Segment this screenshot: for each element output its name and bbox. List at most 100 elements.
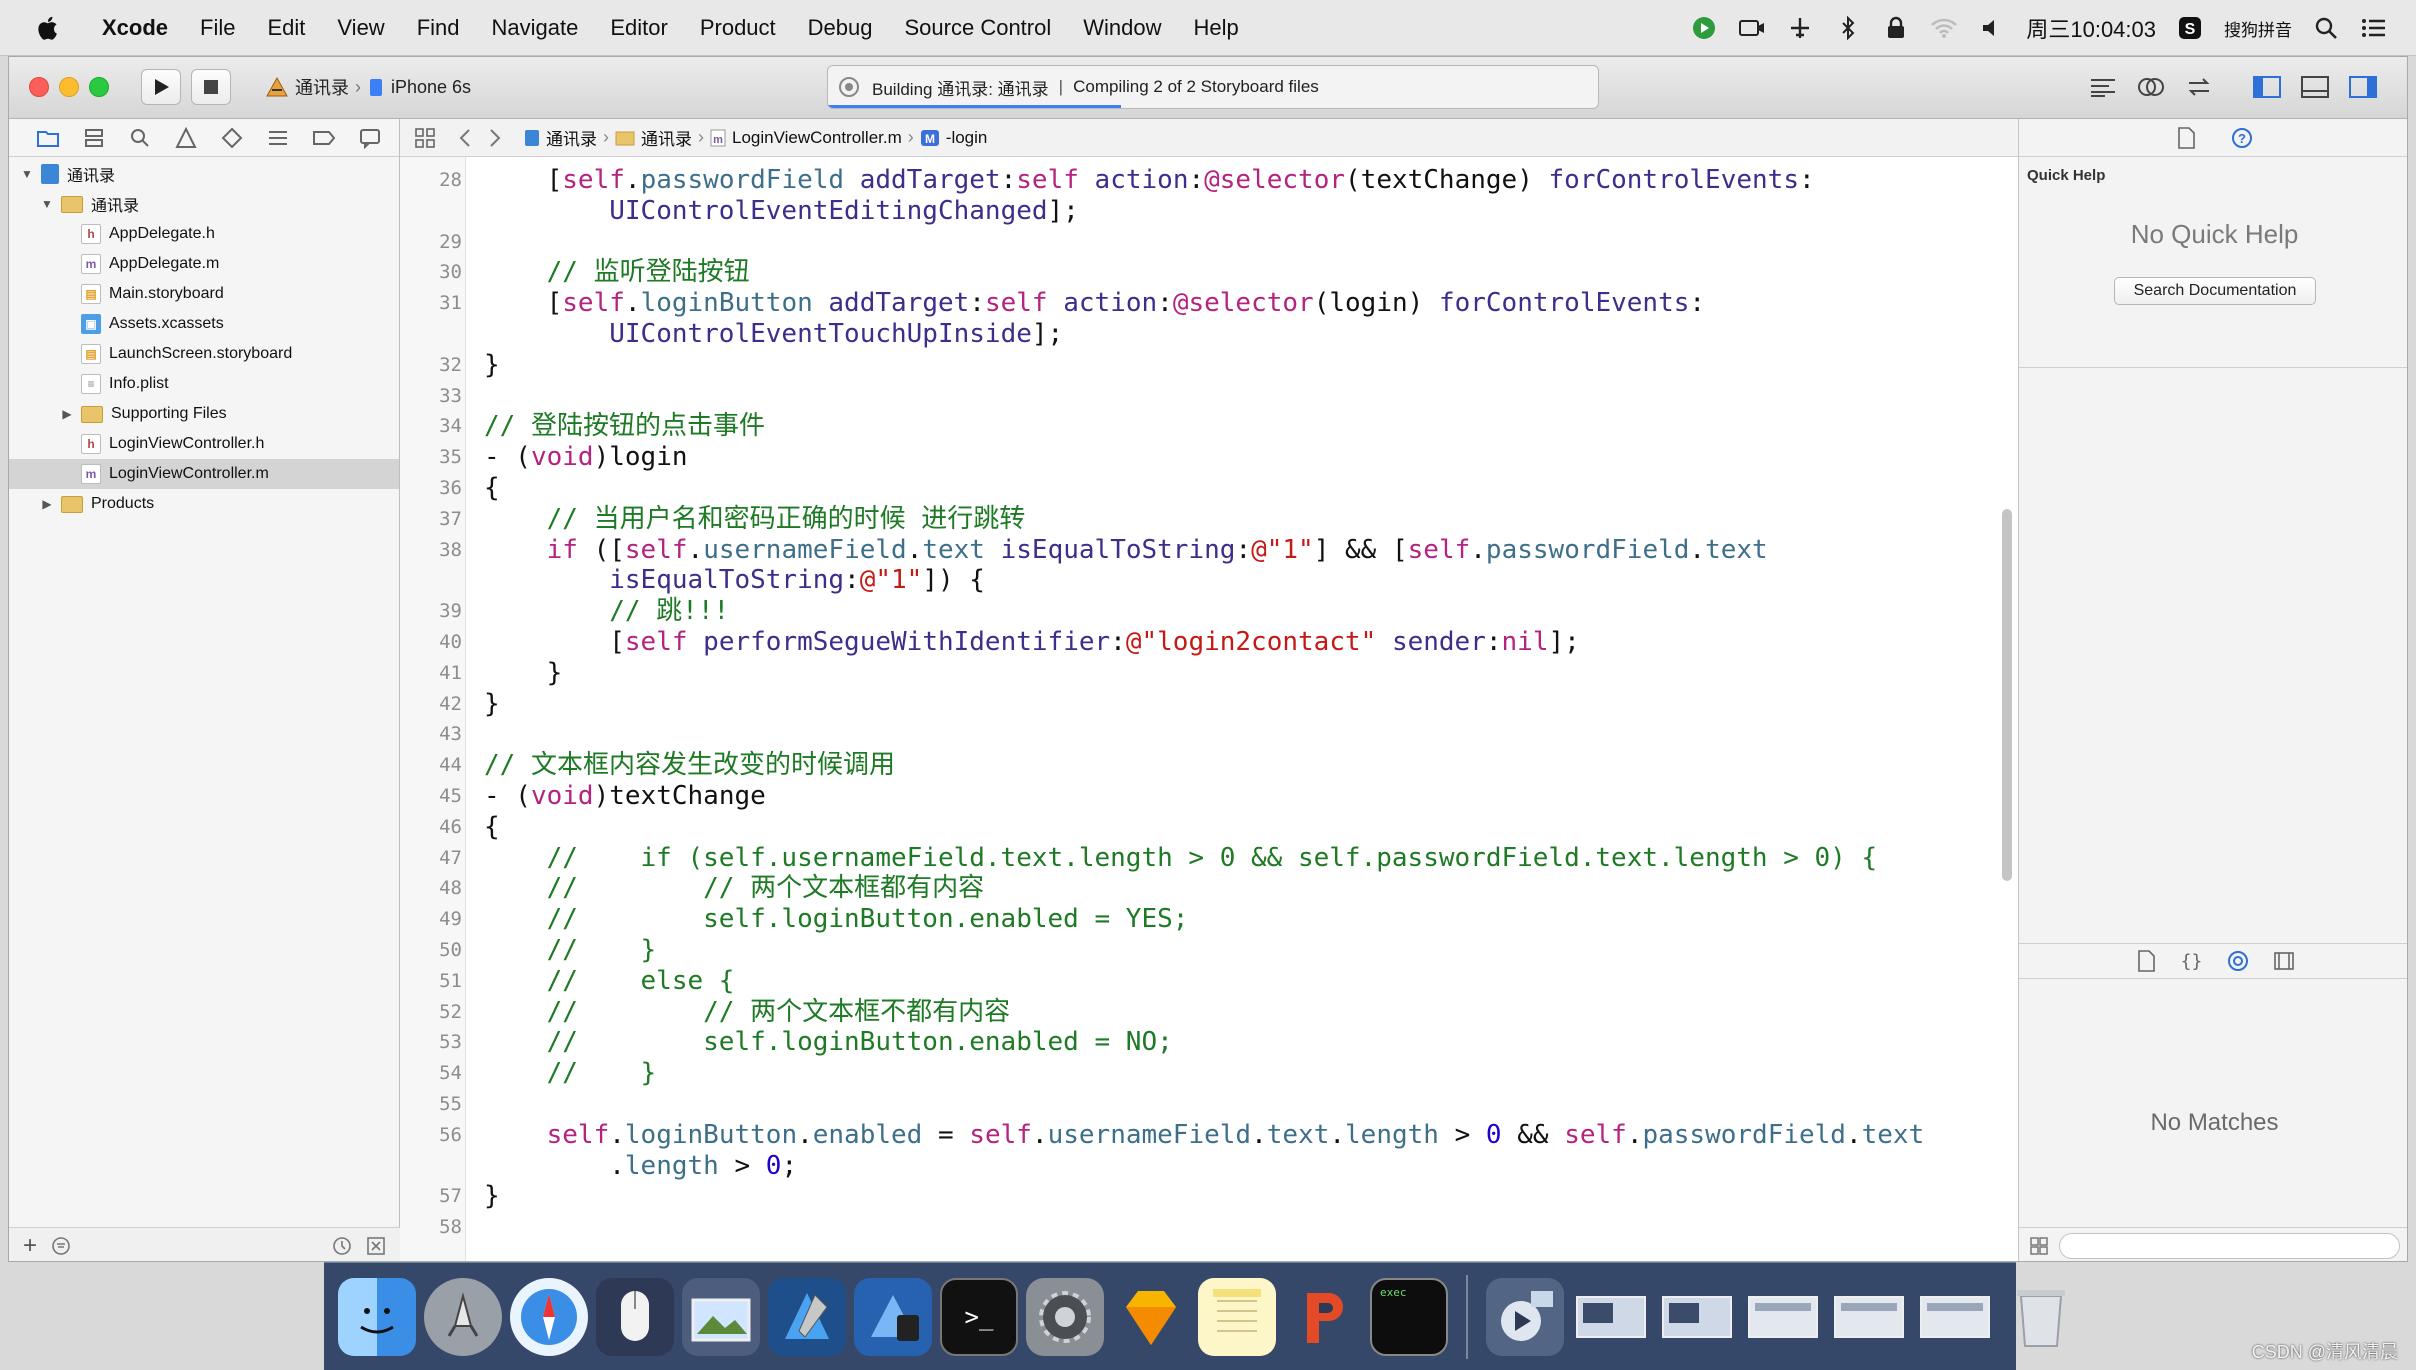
minimize-window-button[interactable] xyxy=(59,77,79,97)
line-number[interactable]: 28 xyxy=(400,164,462,196)
line-number[interactable]: 48 xyxy=(400,872,462,904)
code-snippet-library-icon[interactable]: {} xyxy=(2180,949,2204,973)
source-control-filter-icon[interactable] xyxy=(366,1236,386,1256)
tree-products-row[interactable]: ▶ Products xyxy=(9,489,399,519)
code-line[interactable]: } xyxy=(484,689,500,720)
airplane-icon[interactable] xyxy=(1786,14,1814,42)
volume-icon[interactable] xyxy=(1978,14,2006,42)
code-line[interactable]: self.loginButton.enabled = self.username… xyxy=(484,1120,1925,1151)
report-navigator-tab-icon[interactable] xyxy=(357,125,383,151)
disclosure-open-icon[interactable]: ▼ xyxy=(19,166,35,182)
add-file-icon[interactable]: + xyxy=(23,1232,37,1260)
menu-edit[interactable]: Edit xyxy=(251,15,321,41)
filter-icon[interactable] xyxy=(51,1236,71,1256)
line-number[interactable]: 35 xyxy=(400,441,462,473)
code-comment-line[interactable]: // 跳!!! xyxy=(484,596,729,627)
line-number[interactable]: 57 xyxy=(400,1180,462,1212)
code-comment-line[interactable]: // 文本框内容发生改变的时候调用 xyxy=(484,750,895,781)
line-number[interactable]: 38 xyxy=(400,534,462,566)
code-comment-line[interactable]: // else { xyxy=(484,966,735,997)
toggle-debug-area-button[interactable] xyxy=(2295,69,2335,105)
record-status-icon[interactable] xyxy=(1690,14,1718,42)
minimized-window-3-icon[interactable] xyxy=(1744,1278,1822,1356)
screen-record-icon[interactable] xyxy=(1738,14,1766,42)
stop-button[interactable] xyxy=(191,69,231,105)
file-inspector-icon[interactable] xyxy=(2173,125,2199,151)
menu-help[interactable]: Help xyxy=(1178,15,1255,41)
line-number[interactable]: 43 xyxy=(400,718,462,750)
toggle-navigator-button[interactable] xyxy=(2247,69,2287,105)
menu-xcode[interactable]: Xcode xyxy=(86,15,184,41)
forward-chevron-icon[interactable] xyxy=(480,123,510,153)
search-documentation-button[interactable]: Search Documentation xyxy=(2114,277,2316,305)
tree-file-row[interactable]: ≡ Info.plist xyxy=(9,369,399,399)
photo-browser-icon[interactable] xyxy=(682,1277,760,1356)
line-number[interactable]: 54 xyxy=(400,1057,462,1089)
line-number[interactable]: 44 xyxy=(400,749,462,781)
menu-find[interactable]: Find xyxy=(401,15,476,41)
run-button[interactable] xyxy=(141,69,181,105)
quick-help-icon[interactable]: ? xyxy=(2229,125,2255,151)
back-chevron-icon[interactable] xyxy=(450,123,480,153)
code-line[interactable]: UIControlEventTouchUpInside]; xyxy=(484,319,1063,350)
symbol-navigator-tab-icon[interactable] xyxy=(81,125,107,151)
code-comment-line[interactable]: // // 两个文本框不都有内容 xyxy=(484,997,1011,1028)
code-comment-line[interactable]: // // 两个文本框都有内容 xyxy=(484,873,985,904)
menu-debug[interactable]: Debug xyxy=(792,15,889,41)
tree-file-row[interactable]: ▤ Main.storyboard xyxy=(9,279,399,309)
notes-icon[interactable] xyxy=(1198,1277,1276,1356)
tree-file-row[interactable]: ▤ LaunchScreen.storyboard xyxy=(9,339,399,369)
version-editor-button[interactable] xyxy=(2179,69,2219,105)
minimized-window-2-icon[interactable] xyxy=(1658,1278,1736,1356)
menubar-clock[interactable]: 周三10:04:03 xyxy=(2026,12,2156,44)
scheme-selector[interactable]: 通讯录 › iPhone 6s xyxy=(265,71,471,103)
quicktime-stack-icon[interactable] xyxy=(1486,1277,1564,1356)
code-comment-line[interactable]: // self.loginButton.enabled = YES; xyxy=(484,904,1189,935)
issue-navigator-tab-icon[interactable] xyxy=(173,125,199,151)
xcode-dock-icon[interactable] xyxy=(768,1277,846,1356)
code-line[interactable]: { xyxy=(484,812,500,843)
menu-view[interactable]: View xyxy=(321,15,400,41)
line-number[interactable]: 37 xyxy=(400,503,462,535)
zoom-window-button[interactable] xyxy=(89,77,109,97)
line-number[interactable]: 40 xyxy=(400,626,462,658)
menu-editor[interactable]: Editor xyxy=(594,15,683,41)
line-number[interactable]: 45 xyxy=(400,780,462,812)
media-library-icon[interactable] xyxy=(2272,949,2296,973)
breadcrumb-project[interactable]: 通讯录 xyxy=(518,125,603,150)
lock-icon[interactable] xyxy=(1882,14,1910,42)
bluetooth-icon[interactable] xyxy=(1834,14,1862,42)
close-window-button[interactable] xyxy=(29,77,49,97)
line-number[interactable]: 56 xyxy=(400,1119,462,1151)
grid-view-icon[interactable] xyxy=(2029,1236,2049,1256)
spotlight-icon[interactable] xyxy=(2312,14,2340,42)
terminal-icon[interactable]: >_ xyxy=(940,1277,1018,1356)
line-number[interactable]: 34 xyxy=(400,410,462,442)
safari-icon[interactable] xyxy=(510,1277,588,1356)
sketch-icon[interactable] xyxy=(1112,1278,1190,1356)
standard-editor-button[interactable] xyxy=(2083,69,2123,105)
code-comment-line[interactable]: // self.loginButton.enabled = NO; xyxy=(484,1027,1173,1058)
tree-folder-row[interactable]: ▶ Supporting Files xyxy=(9,399,399,429)
line-number[interactable]: 29 xyxy=(400,226,462,258)
test-navigator-tab-icon[interactable] xyxy=(219,125,245,151)
code-line[interactable]: } xyxy=(484,658,563,689)
powerpoint-icon[interactable] xyxy=(1284,1278,1362,1356)
code-line[interactable]: - (void)textChange xyxy=(484,781,766,812)
editor-scrollbar[interactable] xyxy=(2002,509,2012,881)
project-navigator-tab-icon[interactable] xyxy=(35,125,61,151)
toggle-utilities-button[interactable] xyxy=(2343,69,2383,105)
breadcrumb-file[interactable]: m LoginViewController.m xyxy=(704,128,908,148)
line-number[interactable]: 39 xyxy=(400,595,462,627)
tree-file-row[interactable]: h AppDelegate.h xyxy=(9,219,399,249)
tree-file-row-selected[interactable]: m LoginViewController.m xyxy=(9,459,399,489)
code-comment-line[interactable]: // } xyxy=(484,1058,657,1089)
code-comment-line[interactable]: // 登陆按钮的点击事件 xyxy=(484,411,765,442)
tree-project-row[interactable]: ▼ 通讯录 xyxy=(9,159,399,189)
file-template-library-icon[interactable] xyxy=(2134,949,2158,973)
related-items-icon[interactable] xyxy=(410,123,440,153)
code-comment-line[interactable]: // } xyxy=(484,935,657,966)
recent-files-icon[interactable] xyxy=(332,1236,352,1256)
menu-file[interactable]: File xyxy=(184,15,251,41)
line-number[interactable]: 41 xyxy=(400,657,462,689)
